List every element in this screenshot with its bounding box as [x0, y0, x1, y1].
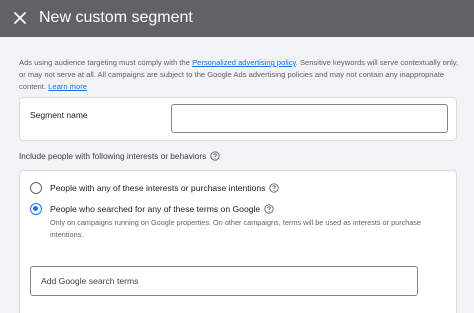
close-icon	[14, 12, 26, 24]
dialog-header: New custom segment	[0, 0, 474, 37]
segment-name-input[interactable]	[171, 104, 448, 133]
segment-name-label: Segment name	[30, 110, 88, 120]
option-interests-label: People with any of these interests or pu…	[50, 183, 266, 193]
audience-options-card: People with any of these interests or pu…	[19, 170, 457, 313]
learn-more-link[interactable]: Learn more	[48, 82, 87, 91]
include-section-label: Include people with following interests …	[19, 150, 220, 162]
help-icon[interactable]	[210, 151, 220, 161]
search-terms-input[interactable]: Add Google search terms	[30, 266, 418, 296]
segment-name-card: Segment name	[19, 97, 457, 141]
policy-link[interactable]: Personalized advertising policy	[192, 58, 296, 67]
radio-interests[interactable]	[30, 182, 42, 194]
option-search-terms-label: People who searched for any of these ter…	[50, 204, 261, 214]
notice-text-before: Ads using audience targeting must comply…	[19, 58, 193, 67]
search-terms-placeholder: Add Google search terms	[41, 276, 139, 286]
help-icon[interactable]	[264, 204, 274, 214]
option-search-terms[interactable]: People who searched for any of these ter…	[30, 203, 274, 215]
close-button[interactable]	[9, 7, 31, 29]
radio-search-terms[interactable]	[30, 203, 42, 215]
include-label-text: Include people with following interests …	[19, 151, 207, 161]
option-search-terms-description: Only on campaigns running on Google prop…	[50, 218, 422, 239]
help-icon[interactable]	[269, 183, 280, 193]
dialog-title: New custom segment	[39, 9, 193, 26]
option-interests[interactable]: People with any of these interests or pu…	[30, 182, 280, 194]
policy-notice: Ads using audience targeting must comply…	[19, 57, 459, 93]
